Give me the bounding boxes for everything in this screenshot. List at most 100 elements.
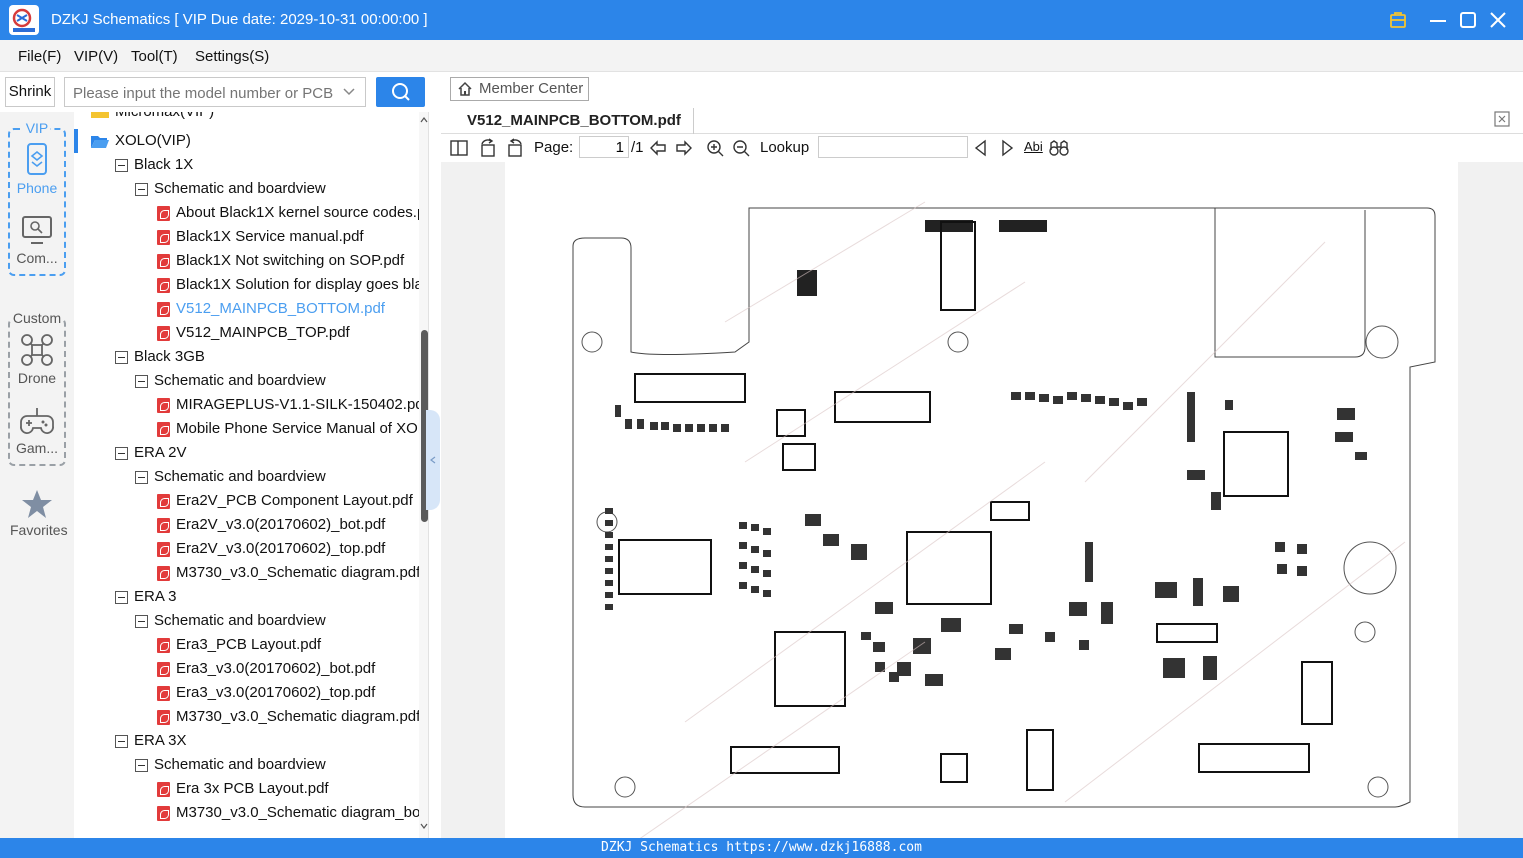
menu-vip[interactable]: VIP(V) <box>74 48 118 65</box>
tree-model-item[interactable]: Black 3GB <box>74 345 420 369</box>
vip-group: VIP Phone Com... <box>8 120 66 276</box>
tree-file-item[interactable]: V512_MAINPCB_TOP.pdf <box>74 321 420 345</box>
rail-item-drone[interactable]: Drone <box>10 332 64 386</box>
tree-file-item[interactable]: Era2V_v3.0(20170602)_top.pdf <box>74 537 420 561</box>
status-bar: DZKJ Schematics https://www.dzkj16888.co… <box>0 838 1523 858</box>
tree-folder-item[interactable]: Schematic and boardview <box>74 177 420 201</box>
search-input[interactable] <box>73 82 335 104</box>
tree-folder-item[interactable]: Schematic and boardview <box>74 609 420 633</box>
pdf-file-icon <box>157 230 170 245</box>
tree-folder-item[interactable]: Schematic and boardview <box>74 369 420 393</box>
tree-item-label: Era2V_v3.0(20170602)_bot.pdf <box>176 516 386 533</box>
minimize-button[interactable] <box>1426 8 1450 32</box>
chevron-down-icon[interactable] <box>341 84 357 100</box>
scroll-down-icon[interactable] <box>420 822 428 830</box>
tree-file-item[interactable]: Black1X Solution for display goes blank.… <box>74 273 428 297</box>
menu-file[interactable]: File(F) <box>18 48 61 65</box>
rail-label-phone: Phone <box>16 180 58 196</box>
tree-model-item[interactable]: ERA 2V <box>74 441 420 465</box>
zoom-in-icon[interactable] <box>705 138 725 158</box>
tree-item-label: Black1X Service manual.pdf <box>176 228 364 245</box>
tree-item-label: ERA 3X <box>134 732 187 749</box>
tree-file-item[interactable]: M3730_v3.0_Schematic diagram_bot.pdf <box>74 801 428 825</box>
tree-item-label: Era3_PCB Layout.pdf <box>176 636 322 653</box>
member-center-button[interactable]: Member Center <box>450 77 589 101</box>
tree-folder-item[interactable]: Schematic and boardview <box>74 465 420 489</box>
pdf-page[interactable] <box>505 162 1458 843</box>
drone-icon <box>21 334 53 366</box>
document-tabs: V512_MAINPCB_BOTTOM.pdf <box>441 106 1523 134</box>
collapse-toggle-icon[interactable] <box>115 591 128 604</box>
prev-page-icon[interactable] <box>648 138 668 158</box>
collapse-toggle-icon[interactable] <box>115 351 128 364</box>
tree-file-item[interactable]: M3730_v3.0_Schematic diagram.pdf <box>74 561 420 585</box>
find-previous-icon[interactable] <box>971 138 991 158</box>
tree-file-item[interactable]: Era2V_PCB Component Layout.pdf <box>74 489 420 513</box>
collapse-toggle-icon[interactable] <box>115 735 128 748</box>
tree-brand-xolo[interactable]: XOLO(VIP) <box>74 129 420 153</box>
star-icon <box>22 490 52 518</box>
tree-file-item[interactable]: Era 3x PCB Layout.pdf <box>74 777 420 801</box>
page-label: Page: <box>534 139 574 156</box>
tree-item-label: Schematic and boardview <box>154 612 326 629</box>
pdf-file-icon <box>157 422 170 437</box>
gamepad-icon <box>20 408 54 434</box>
menu-tool[interactable]: Tool(T) <box>131 48 178 65</box>
collapse-panel-handle[interactable] <box>426 410 440 510</box>
tree-file-item[interactable]: Era2V_v3.0(20170602)_bot.pdf <box>74 513 420 537</box>
shrink-button[interactable]: Shrink <box>5 77 55 107</box>
menu-settings[interactable]: Settings(S) <box>195 48 269 65</box>
tree-file-item[interactable]: About Black1X kernel source codes.pdf <box>74 201 428 225</box>
binoculars-icon[interactable] <box>1049 138 1069 158</box>
collapse-toggle-icon[interactable] <box>135 471 148 484</box>
lookup-label: Lookup <box>760 139 810 156</box>
close-all-tabs-icon[interactable] <box>1493 110 1511 128</box>
tree-file-item[interactable]: Black1X Not switching on SOP.pdf <box>74 249 420 273</box>
tree-file-item[interactable]: M3730_v3.0_Schematic diagram.pdf <box>74 705 420 729</box>
tree-folder-item[interactable]: Schematic and boardview <box>74 753 420 777</box>
tree-model-item[interactable]: ERA 3 <box>74 585 420 609</box>
scroll-up-icon[interactable] <box>420 116 428 124</box>
notification-icon[interactable] <box>1386 8 1410 32</box>
search-button[interactable] <box>376 77 425 107</box>
rotate-right-icon[interactable] <box>505 138 525 158</box>
rotate-left-icon[interactable] <box>478 138 498 158</box>
next-page-icon[interactable] <box>674 138 694 158</box>
pdf-viewer[interactable] <box>441 162 1523 843</box>
maximize-button[interactable] <box>1456 8 1480 32</box>
rail-item-favorites[interactable]: Favorites <box>10 488 68 538</box>
pdf-file-icon <box>157 518 170 533</box>
tree-file-item[interactable]: Era3_PCB Layout.pdf <box>74 633 420 657</box>
tree-model-item[interactable]: Black 1X <box>74 153 420 177</box>
tree-brand-micromax[interactable]: Micromax(VIP) <box>74 112 420 120</box>
tree-file-item[interactable]: MIRAGEPLUS-V1.1-SILK-150402.pdf <box>74 393 428 417</box>
match-case-toggle[interactable]: Abi <box>1024 139 1043 154</box>
tree-file-item[interactable]: Era3_v3.0(20170602)_top.pdf <box>74 681 420 705</box>
rail-item-computer[interactable]: Com... <box>10 214 64 266</box>
find-next-icon[interactable] <box>997 138 1017 158</box>
collapse-toggle-icon[interactable] <box>115 159 128 172</box>
tree-model-item[interactable]: ERA 3X <box>74 729 420 753</box>
pdf-file-icon <box>157 302 170 317</box>
page-number-input[interactable] <box>579 136 629 158</box>
rail-item-phone[interactable]: Phone <box>10 142 64 196</box>
pdf-toolbar: Page: /1 Lookup Abi <box>441 134 1523 162</box>
sidebar-toggle-icon[interactable] <box>449 138 469 158</box>
collapse-toggle-icon[interactable] <box>135 375 148 388</box>
rail-label-game: Gam... <box>15 440 58 456</box>
collapse-toggle-icon[interactable] <box>135 615 148 628</box>
collapse-toggle-icon[interactable] <box>115 447 128 460</box>
vip-group-label: VIP <box>23 120 51 136</box>
tree-file-item[interactable]: Mobile Phone Service Manual of XOLO <box>74 417 428 441</box>
tree-file-item[interactable]: Black1X Service manual.pdf <box>74 225 420 249</box>
rail-item-game[interactable]: Gam... <box>10 404 64 456</box>
collapse-toggle-icon[interactable] <box>135 759 148 772</box>
tree-file-item[interactable]: V512_MAINPCB_BOTTOM.pdf <box>74 297 420 321</box>
lookup-input[interactable] <box>818 136 968 158</box>
close-button[interactable] <box>1486 8 1510 32</box>
tree-file-item[interactable]: Era3_v3.0(20170602)_bot.pdf <box>74 657 420 681</box>
search-field[interactable] <box>64 77 366 107</box>
tab-active-document[interactable]: V512_MAINPCB_BOTTOM.pdf <box>455 108 694 134</box>
zoom-out-icon[interactable] <box>731 138 751 158</box>
collapse-toggle-icon[interactable] <box>135 183 148 196</box>
